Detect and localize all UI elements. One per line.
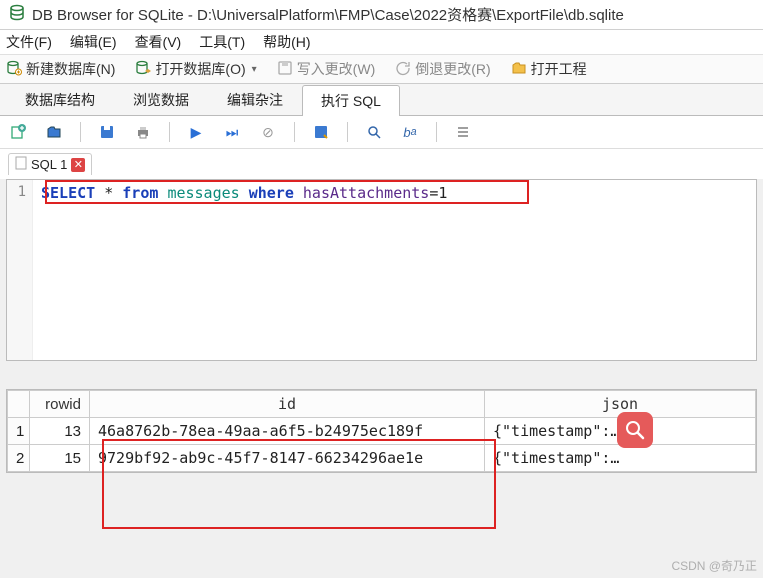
- main-tabs: 数据库结构 浏览数据 编辑杂注 执行 SQL: [0, 84, 763, 116]
- watermark: CSDN @奇乃正: [671, 557, 757, 574]
- menu-file[interactable]: 文件(F): [6, 32, 52, 52]
- menu-tools[interactable]: 工具(T): [199, 32, 245, 52]
- corner-header: [8, 391, 30, 418]
- stop-icon[interactable]: ⊘: [258, 122, 278, 142]
- col-rowid[interactable]: rowid: [30, 391, 90, 418]
- revert-changes-button[interactable]: 倒退更改(R): [395, 59, 490, 79]
- run-line-icon[interactable]: ⏭: [222, 122, 242, 142]
- close-tab-icon[interactable]: ✕: [71, 158, 85, 172]
- line-gutter: 1: [7, 180, 33, 360]
- sql-code-area[interactable]: SELECT * from messages where hasAttachme…: [33, 180, 756, 360]
- tab-structure[interactable]: 数据库结构: [6, 84, 114, 115]
- indent-icon[interactable]: [453, 122, 473, 142]
- splitter[interactable]: [0, 361, 763, 389]
- open-database-button[interactable]: 打开数据库(O): [135, 59, 256, 79]
- magnifier-overlay: [617, 412, 653, 448]
- run-icon[interactable]: ▶: [186, 122, 206, 142]
- save-sql-icon[interactable]: [97, 122, 117, 142]
- sql-toolbar: ▶ ⏭ ⊘ ba: [0, 116, 763, 149]
- find-icon[interactable]: [364, 122, 384, 142]
- project-icon: [511, 60, 527, 79]
- table-row[interactable]: 2 15 9729bf92-ab9c-45f7-8147-66234296ae1…: [8, 445, 756, 472]
- tab-pragmas[interactable]: 编辑杂注: [208, 84, 302, 115]
- write-changes-button[interactable]: 写入更改(W): [277, 59, 376, 79]
- page-icon: [15, 156, 27, 173]
- menu-edit[interactable]: 编辑(E): [70, 32, 117, 52]
- sql-file-tabs: SQL 1 ✕: [0, 149, 763, 179]
- open-sql-icon[interactable]: [44, 122, 64, 142]
- revert-icon: [395, 60, 411, 79]
- sql-tab-1[interactable]: SQL 1 ✕: [8, 153, 92, 175]
- save-results-icon[interactable]: [311, 122, 331, 142]
- magnifier-icon: [624, 419, 646, 441]
- menu-help[interactable]: 帮助(H): [263, 32, 310, 52]
- menu-view[interactable]: 查看(V): [135, 32, 182, 52]
- find-replace-icon[interactable]: ba: [400, 122, 420, 142]
- col-id[interactable]: id: [90, 391, 485, 418]
- folder-database-icon: [135, 60, 151, 79]
- sql-editor: 1 SELECT * from messages where hasAttach…: [6, 179, 757, 361]
- open-project-button[interactable]: 打开工程: [511, 59, 587, 79]
- new-database-button[interactable]: 新建数据库(N): [6, 59, 115, 79]
- database-icon: [8, 4, 26, 25]
- menu-bar: 文件(F) 编辑(E) 查看(V) 工具(T) 帮助(H): [0, 30, 763, 55]
- save-icon: [277, 60, 293, 79]
- tab-browse[interactable]: 浏览数据: [114, 84, 208, 115]
- window-title: DB Browser for SQLite - D:\UniversalPlat…: [32, 4, 624, 25]
- print-icon[interactable]: [133, 122, 153, 142]
- main-toolbar: 新建数据库(N) 打开数据库(O) 写入更改(W) 倒退更改(R) 打开工程: [0, 55, 763, 84]
- title-bar: DB Browser for SQLite - D:\UniversalPlat…: [0, 0, 763, 30]
- new-sql-tab-icon[interactable]: [8, 122, 28, 142]
- tab-execute-sql[interactable]: 执行 SQL: [302, 85, 400, 116]
- database-plus-icon: [6, 60, 22, 79]
